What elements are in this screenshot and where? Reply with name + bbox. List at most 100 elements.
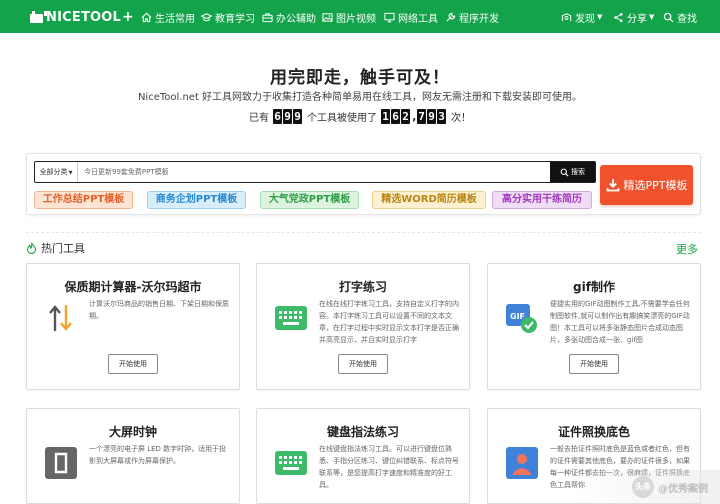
- card-title: 证件照换底色: [557, 425, 630, 439]
- start-button[interactable]: 开始使用: [108, 354, 158, 374]
- id-photo-icon: [506, 447, 538, 479]
- section-divider: [26, 232, 701, 233]
- hero-subtitle: NiceTool.net 好工具网致力于收集打造各种简单易用在线工具，网友无需注…: [137, 92, 583, 103]
- card-description: 计算沃尔玛商品的销售日期、下架日期和保质期。: [89, 300, 229, 320]
- card-title: 保质期计算器-沃尔玛超市: [64, 280, 202, 294]
- briefcase-icon: [262, 12, 273, 22]
- keyboard-icon: [275, 447, 307, 479]
- nav-search[interactable]: 查找: [663, 9, 697, 25]
- search-icon: [663, 12, 674, 22]
- tool-card-big-clock[interactable]: 大屏时钟 一个漂亮的电子屏 LED 数字时钟，适用于投影到大屏幕或作为屏幕保护。: [26, 408, 240, 504]
- nav-item-image-video[interactable]: 图片视频: [322, 9, 376, 25]
- card-title: gif制作: [573, 280, 615, 294]
- counter-digit: 3: [437, 108, 446, 124]
- usage-counter: 已有 6 9 9 个工具被使用了 1 6 2 , 7 9 3 次！: [0, 108, 720, 124]
- digital-clock-icon: [45, 447, 77, 479]
- counter-digit: 6: [273, 108, 282, 124]
- counter-digit: 9: [283, 108, 292, 124]
- card-description: 在线键盘指法练习工具。可以进行键盘位熟悉、手指分区练习、键位纠错联系、标点符号联…: [319, 445, 459, 489]
- search-icon: [560, 168, 569, 176]
- watermark: 头条 @优秀案例: [572, 470, 720, 504]
- tool-count-display: 6 9 9: [273, 108, 303, 124]
- counter-prefix: 已有: [249, 112, 269, 124]
- usage-count-display: 1 6 2 , 7 9 3: [381, 108, 447, 124]
- logo-text: NICETOOL: [46, 9, 121, 25]
- search-button-label: 搜索: [571, 168, 585, 176]
- counter-digit: 9: [293, 108, 302, 124]
- ppt-button-label: 精选PPT模板: [623, 179, 688, 192]
- category-select-value: 全部分类: [39, 168, 68, 176]
- tag-business-ppt[interactable]: 商务企划PPT模板: [147, 191, 246, 209]
- tag-party-ppt[interactable]: 大气党政PPT模板: [260, 191, 359, 209]
- category-select[interactable]: 全部分类▼: [35, 162, 78, 182]
- nav-discover-label: 发现: [575, 13, 595, 25]
- card-title: 大屏时钟: [108, 425, 157, 439]
- tag-work-summary-ppt[interactable]: 工作总结PPT模板: [34, 191, 133, 209]
- tool-card-keyboard-fingering[interactable]: 键盘指法练习 在线键盘指法练习工具。可以进行键盘位熟悉、手指分区练习、键位纠错联…: [256, 408, 470, 504]
- nav-item-label: 程序开发: [459, 13, 499, 25]
- watermark-text: @优秀案例: [658, 483, 708, 495]
- wrench-icon: [446, 12, 456, 22]
- logo-plus: +: [122, 9, 134, 25]
- card-description: 一个漂亮的电子屏 LED 数字时钟，适用于投影到大屏幕或作为屏幕保护。: [89, 445, 227, 465]
- tool-card-gif[interactable]: gif制作 GIF 便捷实用的GIF动图制作工具,不需要学会任何制图软件,就可以…: [487, 263, 701, 390]
- nav-item-label: 教育学习: [215, 13, 255, 25]
- counter-digit: 1: [381, 108, 390, 124]
- search-button[interactable]: 搜索: [550, 162, 595, 182]
- discover-icon: [561, 12, 572, 21]
- nav-search-label: 查找: [677, 13, 697, 25]
- card-description: 便捷实用的GIF动图制作工具,不需要学会任何制图软件,就可以制作出有趣搞笑漂亮的…: [550, 300, 690, 344]
- hero-title: 用完即走，触手可及！: [270, 68, 450, 88]
- tool-card-shelf-life[interactable]: 保质期计算器-沃尔玛超市 计算沃尔玛商品的销售日期、下架日期和保质期。 开始使用: [26, 263, 240, 390]
- more-link[interactable]: 更多: [676, 241, 698, 257]
- chevron-down-icon: ▼: [597, 13, 603, 21]
- nav-share[interactable]: 分享 ▼: [613, 9, 654, 25]
- flame-icon: [26, 242, 37, 254]
- top-nav-bar: NICETOOL + 生活常用 教育学习 办公辅助 图片视频 网络工具 程序开发…: [0, 0, 720, 33]
- hot-tools-title: 热门工具: [41, 242, 85, 255]
- counter-digit: 2: [401, 108, 410, 124]
- counter-separator: ,: [411, 109, 418, 123]
- svg-text:GIF: GIF: [510, 312, 525, 321]
- nav-item-network[interactable]: 网络工具: [384, 9, 438, 25]
- share-icon: [614, 12, 623, 22]
- nav-item-label: 图片视频: [336, 13, 376, 25]
- nav-item-label: 生活常用: [155, 13, 195, 25]
- counter-digit: 9: [427, 108, 436, 124]
- ppt-template-button[interactable]: 精选PPT模板: [600, 165, 693, 205]
- card-title: 键盘指法练习: [326, 425, 399, 439]
- counter-digit: 6: [391, 108, 400, 124]
- image-icon: [322, 12, 333, 22]
- nav-item-life[interactable]: 生活常用: [141, 9, 195, 25]
- nav-share-label: 分享: [627, 13, 647, 25]
- watermark-badge: 头条: [632, 476, 654, 498]
- home-icon: [141, 12, 152, 22]
- graduation-cap-icon: [201, 12, 212, 21]
- nav-item-education[interactable]: 教育学习: [201, 9, 255, 25]
- card-title: 打字练习: [338, 280, 387, 294]
- chevron-down-icon: ▼: [68, 170, 73, 176]
- start-button[interactable]: 开始使用: [338, 354, 388, 374]
- search-input[interactable]: [78, 162, 550, 182]
- hot-tools-heading: 热门工具: [26, 240, 85, 256]
- tag-word-resume[interactable]: 精选WORD简历模板: [372, 191, 486, 209]
- nav-item-label: 办公辅助: [276, 13, 316, 25]
- download-icon: [606, 179, 619, 192]
- tool-card-typing[interactable]: 打字练习 在线在线打字练习工具，支持自定义打字的内容。本打字练习工具可以设置不同…: [256, 263, 470, 390]
- counter-suffix: 次！: [451, 112, 471, 124]
- nav-item-office[interactable]: 办公辅助: [262, 9, 316, 25]
- chevron-down-icon: ▼: [649, 13, 655, 21]
- nav-item-label: 网络工具: [398, 13, 438, 25]
- start-button[interactable]: 开始使用: [569, 354, 619, 374]
- counter-middle: 个工具被使用了: [307, 112, 377, 124]
- up-down-arrows-icon: [45, 302, 77, 334]
- card-description: 在线在线打字练习工具，支持自定义打字的内容。本打字练习工具可以设置不同的文本文章…: [319, 300, 459, 344]
- gif-icon: GIF: [506, 302, 538, 334]
- tag-resume[interactable]: 高分实用干练简历: [492, 191, 592, 209]
- logo-icon: [30, 10, 47, 24]
- nav-discover[interactable]: 发现 ▼: [561, 9, 602, 25]
- keyboard-icon: [275, 302, 307, 334]
- nav-item-dev[interactable]: 程序开发: [445, 9, 499, 25]
- counter-digit: 7: [417, 108, 426, 124]
- site-logo[interactable]: NICETOOL +: [30, 7, 134, 27]
